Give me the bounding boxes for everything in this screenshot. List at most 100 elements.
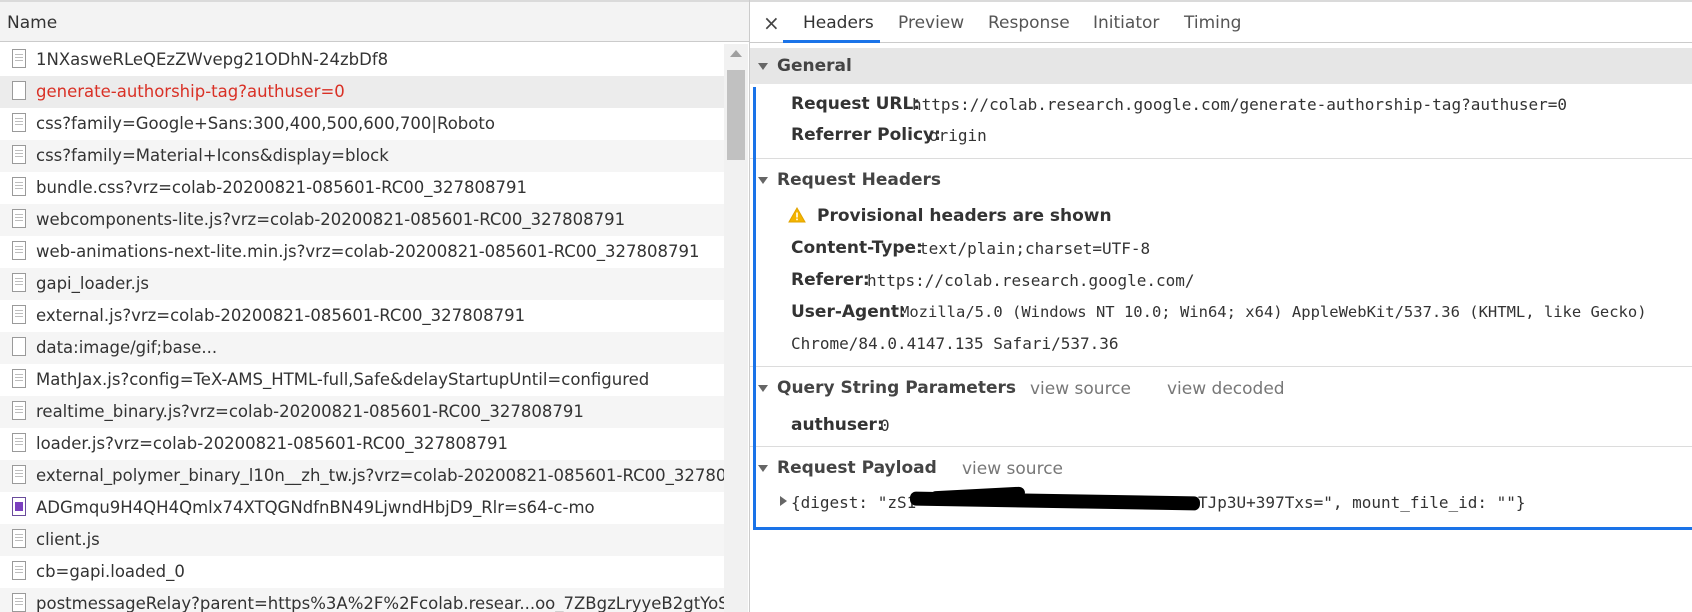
request-list-scrollbar[interactable] bbox=[724, 44, 748, 612]
query-view-decoded-link[interactable]: view decoded bbox=[1167, 379, 1285, 399]
request-url-key: Request URL: bbox=[791, 94, 921, 114]
payload-object-end: TJp3U+397Txs=", mount_file_id: ""} bbox=[1198, 493, 1526, 512]
tab-response[interactable]: Response bbox=[988, 13, 1070, 33]
request-name: external_polymer_binary_l10n__zh_tw.js?v… bbox=[36, 466, 724, 485]
query-params-title: Query String Parameters bbox=[777, 378, 1016, 398]
focus-border-left bbox=[753, 87, 756, 529]
request-name: loader.js?vrz=colab-20200821-085601-RC00… bbox=[36, 434, 508, 453]
document-icon bbox=[12, 177, 26, 196]
request-row[interactable]: web-animations-next-lite.min.js?vrz=cola… bbox=[0, 236, 724, 268]
request-headers-section-header[interactable]: Request Headers bbox=[750, 162, 1692, 198]
close-icon[interactable]: × bbox=[763, 11, 780, 35]
active-tab-indicator bbox=[783, 40, 880, 43]
payload-object-start: {digest: "zS1 bbox=[791, 493, 917, 512]
general-section-header[interactable]: General bbox=[750, 48, 1692, 84]
name-column-label: Name bbox=[7, 13, 58, 33]
tab-initiator[interactable]: Initiator bbox=[1093, 13, 1159, 33]
divider bbox=[750, 446, 1692, 447]
expand-triangle-icon bbox=[758, 177, 768, 184]
referrer-policy-value: origin bbox=[929, 126, 987, 145]
request-name: generate-authorship-tag?authuser=0 bbox=[36, 82, 345, 101]
request-row[interactable]: webcomponents-lite.js?vrz=colab-20200821… bbox=[0, 204, 724, 236]
document-icon bbox=[12, 273, 26, 292]
document-icon bbox=[12, 401, 26, 420]
document-icon bbox=[12, 465, 26, 484]
image-icon bbox=[12, 497, 26, 516]
request-payload-title: Request Payload bbox=[777, 458, 937, 478]
request-name: bundle.css?vrz=colab-20200821-085601-RC0… bbox=[36, 178, 527, 197]
blank-document-icon bbox=[12, 81, 26, 100]
general-section-title: General bbox=[777, 56, 852, 76]
details-tab-bar: × Headers Preview Response Initiator Tim… bbox=[750, 0, 1692, 43]
focus-border-bottom bbox=[753, 527, 1692, 530]
request-row[interactable]: data:image/gif;base... bbox=[0, 332, 724, 364]
document-icon bbox=[12, 209, 26, 228]
referer-value: https://colab.research.google.com/ bbox=[867, 271, 1195, 290]
query-params-section-header[interactable]: Query String Parameters view source view… bbox=[750, 370, 1692, 406]
request-row[interactable]: client.js bbox=[0, 524, 724, 556]
scroll-up-arrow-icon[interactable] bbox=[730, 50, 742, 57]
name-column-header[interactable]: Name bbox=[0, 0, 749, 42]
request-name: external.js?vrz=colab-20200821-085601-RC… bbox=[36, 306, 526, 325]
tab-headers[interactable]: Headers bbox=[803, 13, 874, 33]
request-row[interactable]: css?family=Material+Icons&display=block bbox=[0, 140, 724, 172]
referer-key: Referer: bbox=[791, 270, 870, 290]
request-name: webcomponents-lite.js?vrz=colab-20200821… bbox=[36, 210, 626, 229]
request-row[interactable]: gapi_loader.js bbox=[0, 268, 724, 300]
request-row[interactable]: external.js?vrz=colab-20200821-085601-RC… bbox=[0, 300, 724, 332]
authuser-value: 0 bbox=[880, 416, 890, 435]
request-row[interactable]: bundle.css?vrz=colab-20200821-085601-RC0… bbox=[0, 172, 724, 204]
request-name: cb=gapi.loaded_0 bbox=[36, 562, 185, 581]
document-icon bbox=[12, 241, 26, 260]
request-row[interactable]: css?family=Google+Sans:300,400,500,600,7… bbox=[0, 108, 724, 140]
user-agent-value-line1: Mozilla/5.0 (Windows NT 10.0; Win64; x64… bbox=[900, 303, 1647, 321]
payload-view-source-link[interactable]: view source bbox=[962, 459, 1063, 479]
document-icon bbox=[12, 145, 26, 164]
query-view-source-link[interactable]: view source bbox=[1030, 379, 1131, 399]
warning-icon bbox=[788, 207, 806, 223]
provisional-headers-warning: Provisional headers are shown bbox=[817, 206, 1112, 226]
tab-preview[interactable]: Preview bbox=[898, 13, 964, 33]
request-row[interactable]: generate-authorship-tag?authuser=0 bbox=[0, 76, 724, 108]
expand-triangle-icon bbox=[758, 465, 768, 472]
authuser-key: authuser: bbox=[791, 415, 884, 435]
expand-payload-triangle-icon[interactable] bbox=[780, 496, 787, 506]
request-name: postmessageRelay?parent=https%3A%2F%2Fco… bbox=[36, 594, 724, 612]
request-row[interactable]: loader.js?vrz=colab-20200821-085601-RC00… bbox=[0, 428, 724, 460]
document-icon bbox=[12, 593, 26, 612]
divider bbox=[750, 158, 1692, 159]
request-name: ADGmqu9H4QH4Qmlx74XTQGNdfnBN49LjwndHbjD9… bbox=[36, 498, 595, 517]
document-icon bbox=[12, 49, 26, 68]
request-name: gapi_loader.js bbox=[36, 274, 150, 293]
request-row[interactable]: postmessageRelay?parent=https%3A%2F%2Fco… bbox=[0, 588, 724, 612]
request-name: css?family=Material+Icons&display=block bbox=[36, 146, 389, 165]
request-name: data:image/gif;base... bbox=[36, 338, 218, 357]
request-list: 1NXasweRLeQEzZWvepg21ODhN-24zbDf8 generat… bbox=[0, 44, 724, 612]
user-agent-key: User-Agent: bbox=[791, 302, 906, 322]
divider bbox=[750, 366, 1692, 367]
request-row[interactable]: ADGmqu9H4QH4Qmlx74XTQGNdfnBN49LjwndHbjD9… bbox=[0, 492, 724, 524]
blank-document-icon bbox=[12, 337, 26, 356]
request-name: MathJax.js?config=TeX-AMS_HTML-full,Safe… bbox=[36, 370, 650, 389]
request-url-value: https://colab.research.google.com/genera… bbox=[912, 95, 1568, 114]
document-icon bbox=[12, 369, 26, 388]
request-row[interactable]: MathJax.js?config=TeX-AMS_HTML-full,Safe… bbox=[0, 364, 724, 396]
request-payload-section-header[interactable]: Request Payload view source bbox=[750, 450, 1692, 486]
referrer-policy-key: Referrer Policy: bbox=[791, 125, 941, 145]
request-row[interactable]: 1NXasweRLeQEzZWvepg21ODhN-24zbDf8 bbox=[0, 44, 724, 76]
content-type-value: text/plain;charset=UTF-8 bbox=[919, 239, 1151, 258]
request-row[interactable]: realtime_binary.js?vrz=colab-20200821-08… bbox=[0, 396, 724, 428]
expand-triangle-icon bbox=[758, 385, 768, 392]
request-list-panel: Name 1NXasweRLeQEzZWvepg21ODhN-24zbDf8 ge… bbox=[0, 0, 750, 612]
tab-timing[interactable]: Timing bbox=[1184, 13, 1241, 33]
request-name: css?family=Google+Sans:300,400,500,600,7… bbox=[36, 114, 495, 133]
content-type-key: Content-Type: bbox=[791, 238, 923, 258]
request-headers-title: Request Headers bbox=[777, 170, 942, 190]
scrollbar-thumb[interactable] bbox=[727, 70, 745, 160]
document-icon bbox=[12, 561, 26, 580]
user-agent-value-line2: Chrome/84.0.4147.135 Safari/537.36 bbox=[791, 334, 1119, 353]
request-row[interactable]: external_polymer_binary_l10n__zh_tw.js?v… bbox=[0, 460, 724, 492]
document-icon bbox=[12, 305, 26, 324]
document-icon bbox=[12, 529, 26, 548]
request-row[interactable]: cb=gapi.loaded_0 bbox=[0, 556, 724, 588]
